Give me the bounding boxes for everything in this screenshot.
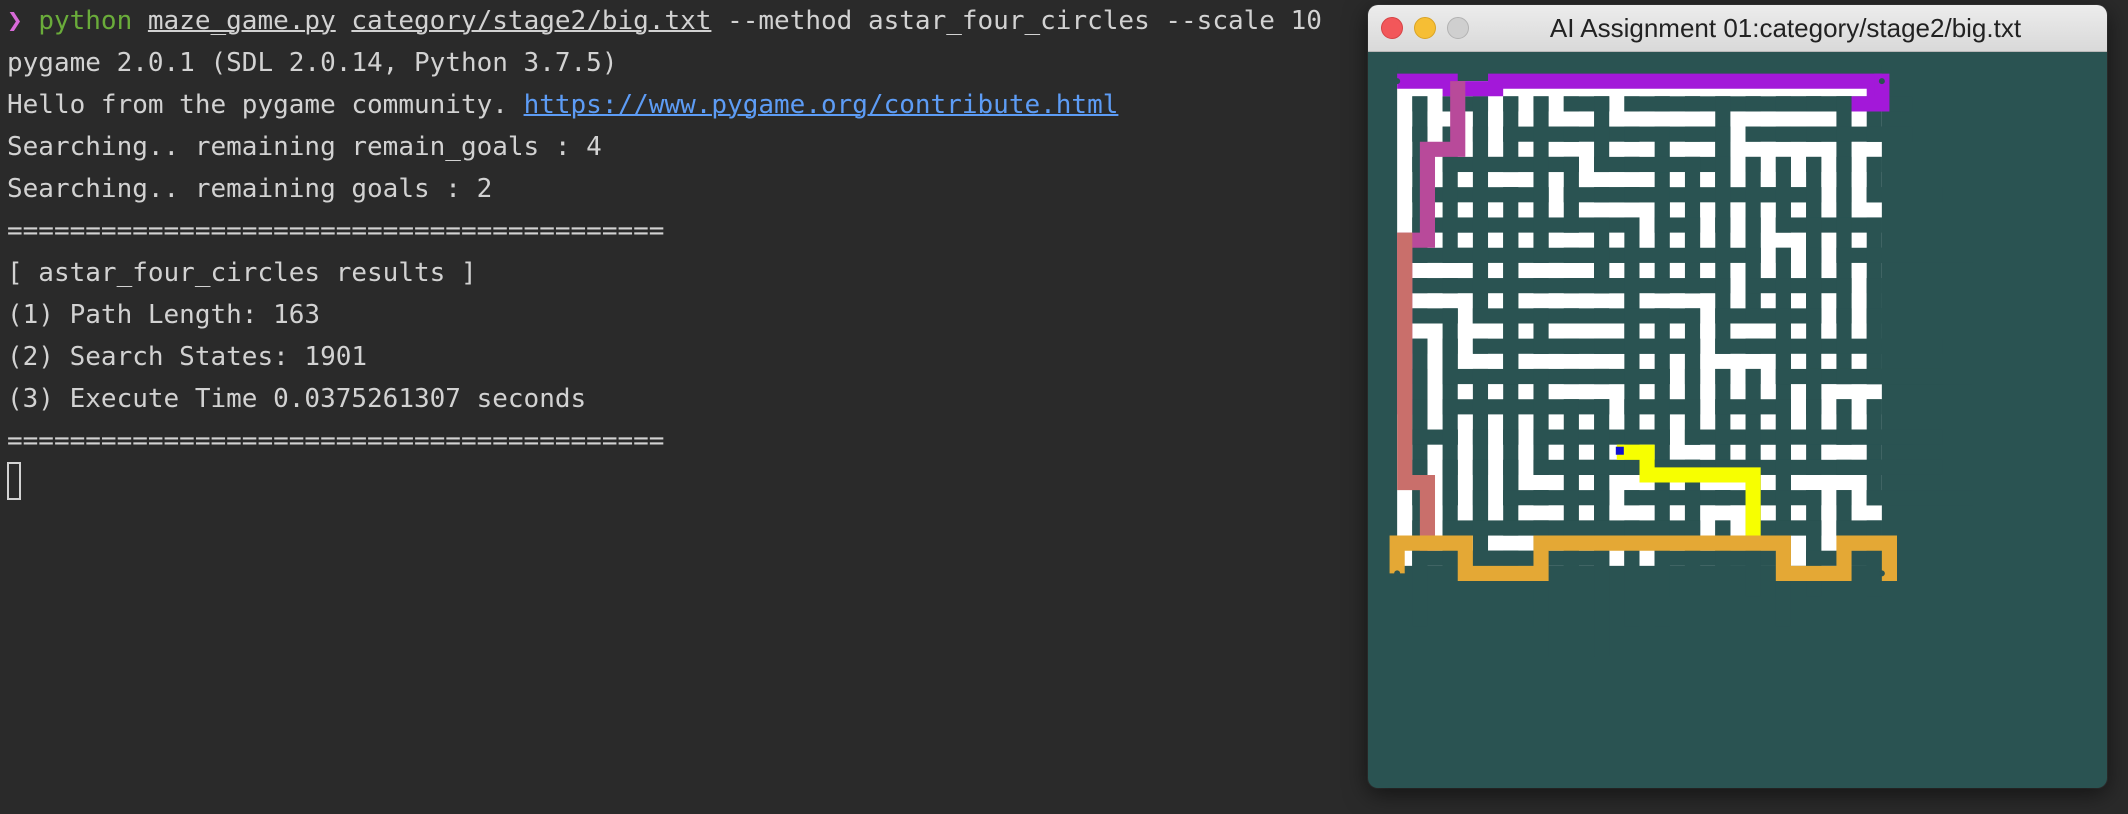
terminal-cursor <box>7 462 21 500</box>
goal-dot <box>1878 78 1885 85</box>
maze-wall <box>1866 459 1943 475</box>
maze-wall <box>1472 126 1489 233</box>
minimize-icon[interactable] <box>1414 17 1436 39</box>
goal-dot <box>1394 570 1401 577</box>
search-states-line: (2) Search States: 1901 <box>7 342 368 372</box>
close-icon[interactable] <box>1381 17 1403 39</box>
maze-wall <box>1866 187 1943 203</box>
maze-wall <box>1866 338 1943 354</box>
maze-wall <box>1715 368 1731 475</box>
maze-wall <box>1866 247 1973 263</box>
execute-time-line: (3) Execute Time 0.0375261307 seconds <box>7 384 587 414</box>
agent-marker <box>1615 446 1624 455</box>
pygame-version-line: pygame 2.0.1 (SDL 2.0.14, Python 3.7.5) <box>7 48 618 78</box>
maze-wall <box>1594 520 1701 536</box>
command-maze-file: category/stage2/big.txt <box>351 6 712 36</box>
remain-goals-line: Searching.. remaining remain_goals : 4 <box>7 132 602 162</box>
separator-top: ========================================… <box>7 216 665 246</box>
maze-wall <box>1533 368 1549 475</box>
maze-canvas[interactable] <box>1368 52 2107 788</box>
maze-wall <box>1594 308 1701 324</box>
maze-wall <box>1866 368 1973 385</box>
maze-wall <box>1442 217 1549 233</box>
terminal[interactable]: ❯ python maze_game.py category/stage2/bi… <box>0 0 1368 814</box>
command-script: maze_game.py <box>147 6 336 36</box>
goal-dot <box>1878 570 1885 577</box>
maze-wall <box>1745 338 1852 354</box>
maze-wall <box>1381 65 1398 582</box>
maze-wall <box>1866 429 1943 445</box>
maze-wall <box>1866 490 1973 506</box>
maze-wall <box>1654 187 1670 294</box>
maze-wall <box>1866 399 1882 506</box>
path-length-line: (1) Path Length: 163 <box>7 300 321 330</box>
separator-bottom: ========================================… <box>7 426 665 456</box>
pygame-window[interactable]: AI Assignment 01:category/stage2/big.txt <box>1368 5 2107 788</box>
maze-wall <box>1745 550 1761 597</box>
results-header: [ astar_four_circles results ] <box>7 258 477 288</box>
goals-line: Searching.. remaining goals : 2 <box>7 174 493 204</box>
pygame-contribute-link[interactable]: https://www.pygame.org/contribute.html <box>524 90 1119 120</box>
window-titlebar[interactable]: AI Assignment 01:category/stage2/big.txt <box>1368 5 2107 52</box>
maze-wall <box>1866 126 1913 142</box>
maze-wall <box>1775 217 1882 233</box>
maze-wall <box>1624 550 1640 627</box>
hello-line: Hello from the pygame community. https:/… <box>7 84 1118 126</box>
hello-text: Hello from the pygame community. <box>7 90 524 120</box>
maze-wall <box>1715 429 1822 445</box>
maze-wall <box>1624 490 1731 506</box>
command-program: python <box>38 6 133 36</box>
maze-wall <box>1745 278 1852 294</box>
command-line: ❯ python maze_game.py category/stage2/bi… <box>7 0 1322 42</box>
window-title: AI Assignment 01:category/stage2/big.txt <box>1549 13 2022 43</box>
maze-wall <box>1594 550 1610 657</box>
goal-dot <box>1394 78 1401 85</box>
maze-board <box>1381 65 1973 657</box>
maze-wall <box>1533 429 1640 445</box>
command-args: --method astar_four_circles --scale 10 <box>727 6 1322 36</box>
maze-wall <box>1442 247 1549 263</box>
prompt-icon: ❯ <box>7 6 23 36</box>
maze-wall <box>1442 338 1458 445</box>
